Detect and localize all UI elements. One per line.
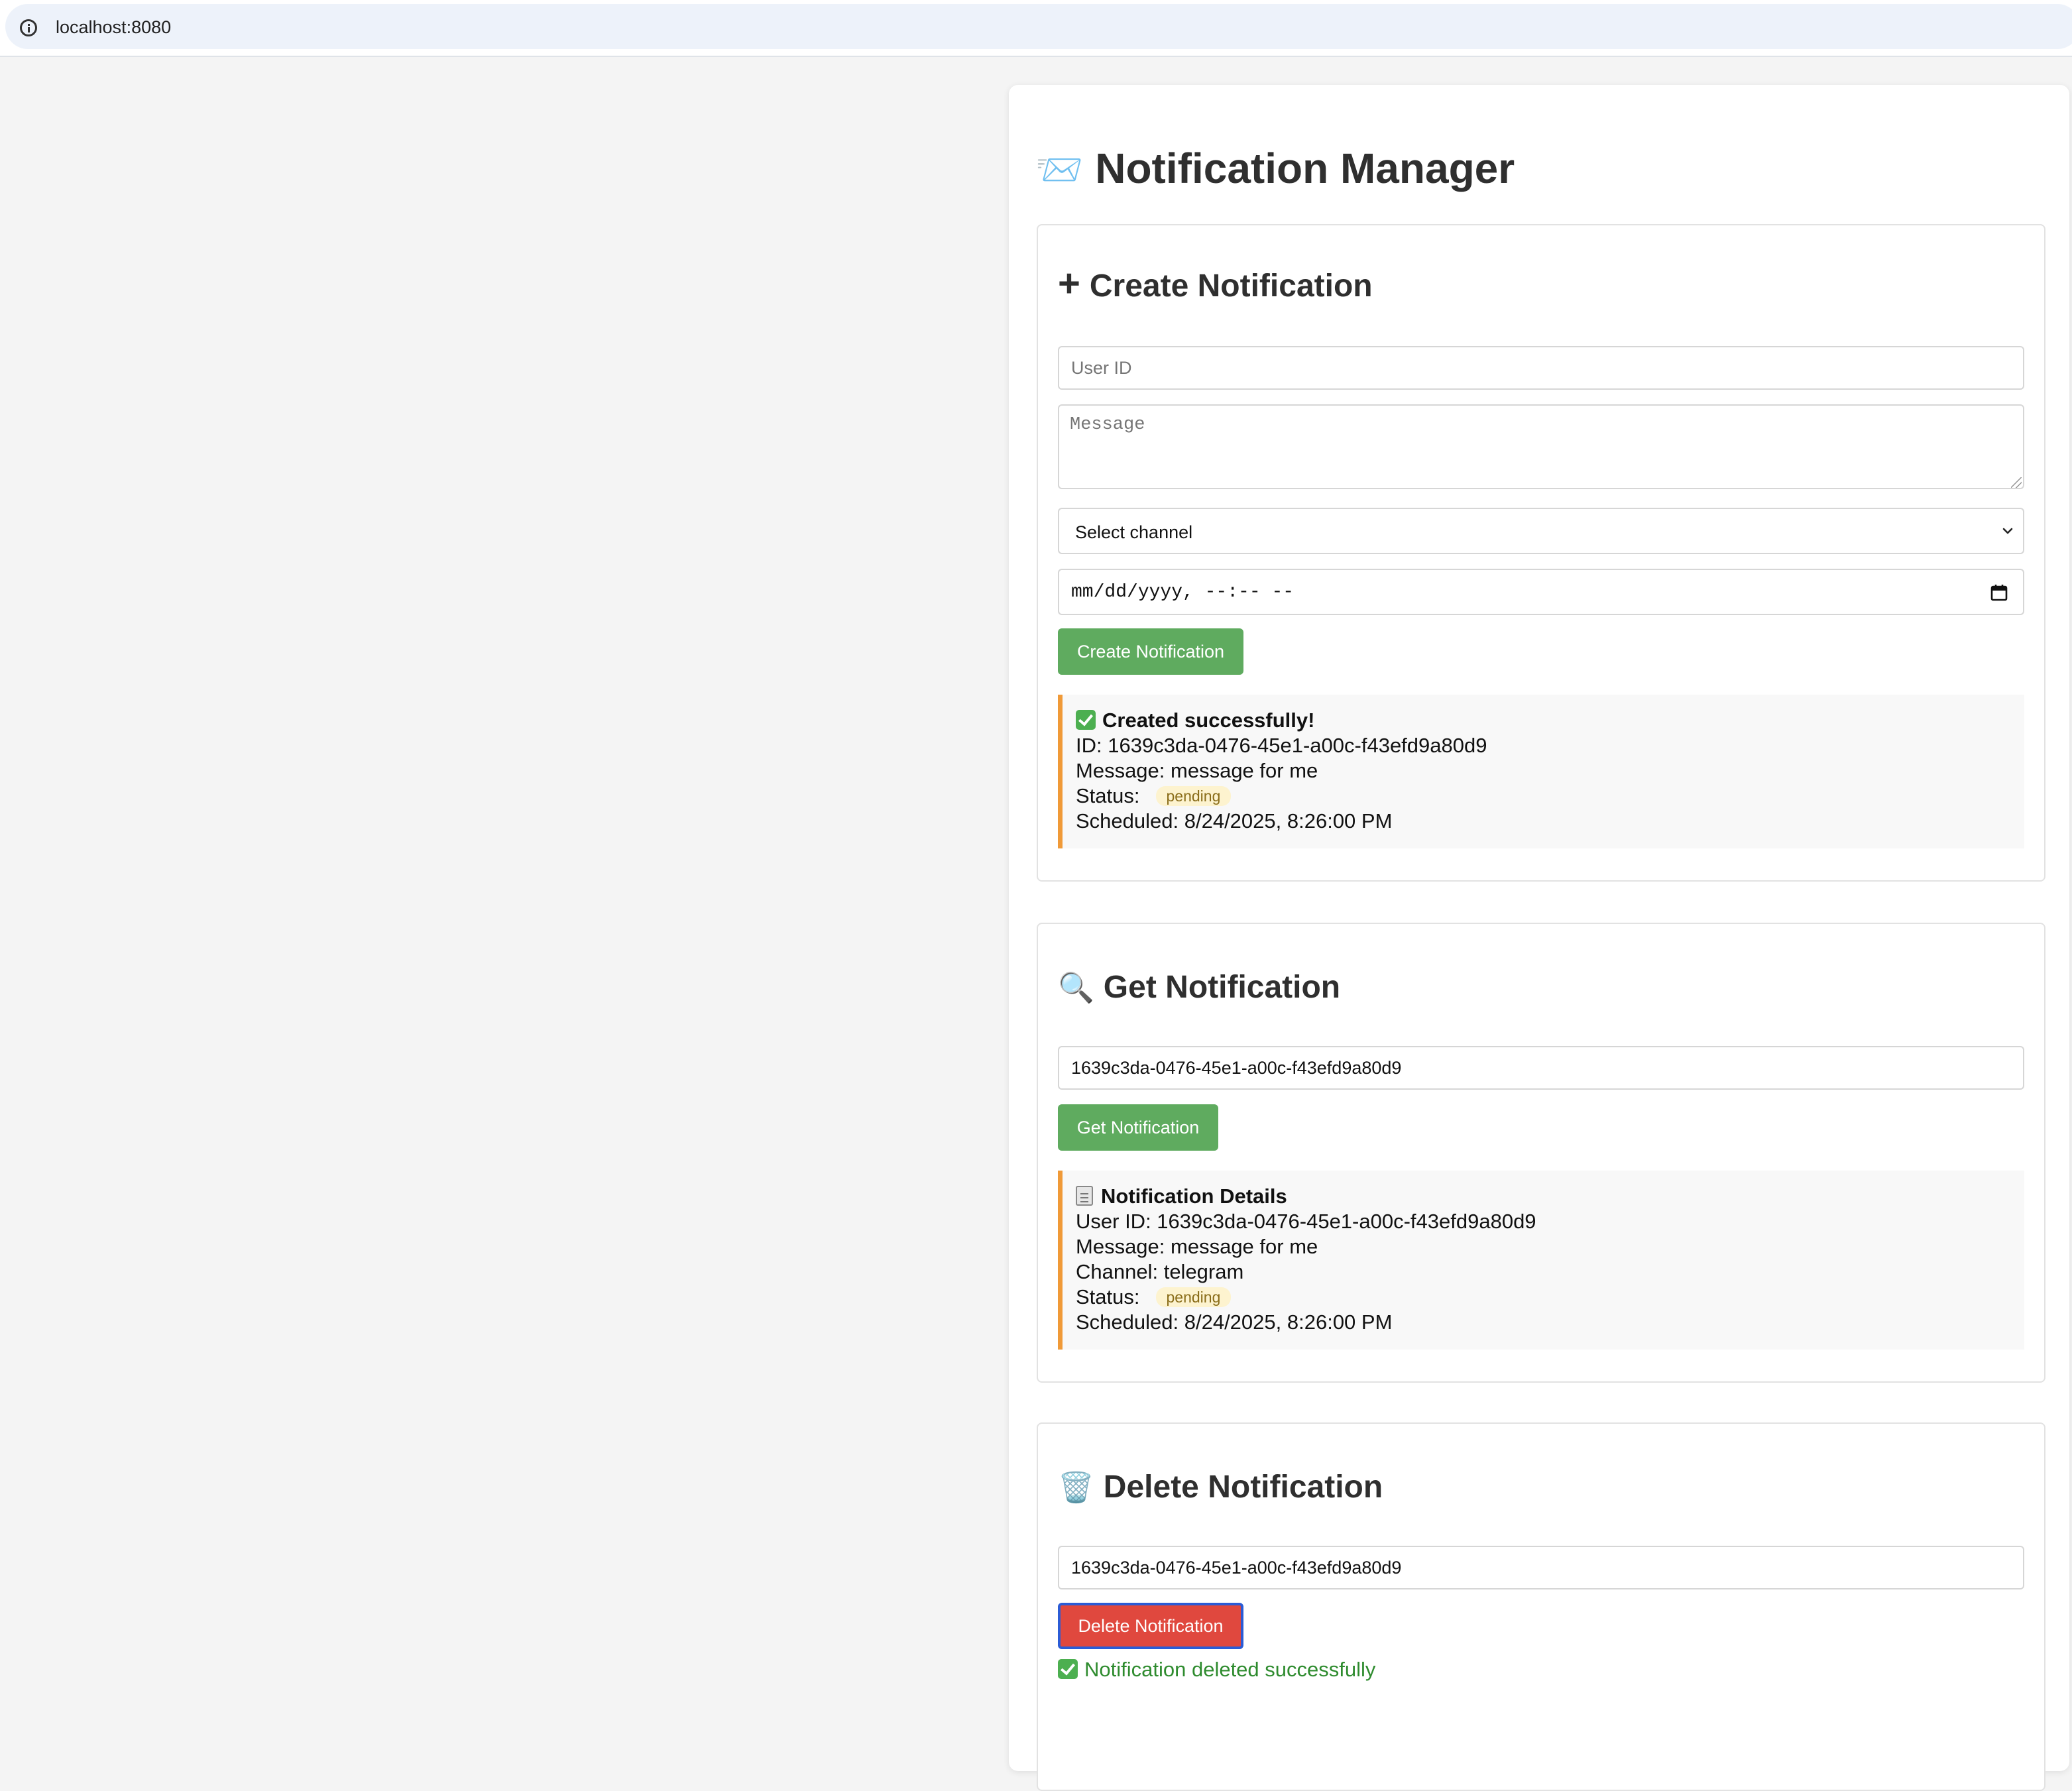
url-text: localhost:8080	[56, 17, 172, 37]
delete-section-title-text: Delete Notification	[1103, 1470, 1383, 1505]
chevron-down-icon	[2002, 528, 2013, 534]
create-notification-button[interactable]: Create Notification	[1058, 628, 1243, 675]
delete-section-title: 🗑️ Delete Notification	[1058, 1468, 1383, 1508]
get-notification-section: 🔍 Get Notification Get Notification Notif…	[1037, 923, 2045, 1383]
plus-icon: +	[1058, 262, 1080, 305]
create-result-scheduled: Scheduled: 8/24/2025, 8:26:00 PM	[1076, 809, 1393, 833]
create-section-title: + Create Notification	[1058, 264, 1373, 306]
status-label: Status:	[1076, 1285, 1140, 1308]
get-result-panel: Notification Details User ID: 1639c3da-0…	[1058, 1171, 2024, 1350]
notification-manager-card: 📨 Notification Manager + Create Notificati…	[1009, 85, 2069, 1791]
get-result-heading-text: Notification Details	[1101, 1184, 1287, 1208]
delete-notification-id-input[interactable]	[1058, 1546, 2024, 1589]
create-result-heading-text: Created successfully!	[1102, 709, 1315, 732]
page-title-text: Notification Manager	[1095, 144, 1515, 192]
user-id-input[interactable]	[1058, 346, 2024, 390]
delete-success-message: Notification deleted successfully	[1058, 1657, 1375, 1682]
get-result-message: Message: message for me	[1076, 1235, 1318, 1258]
browser-address-bar: localhost:8080	[0, 0, 2072, 57]
delete-success-text: Notification deleted successfully	[1084, 1658, 1376, 1681]
calendar-icon[interactable]	[1990, 583, 2008, 602]
get-result-user-id: User ID: 1639c3da-0476-45e1-a00c-f43efd9…	[1076, 1210, 1536, 1233]
get-result-status: Status: pending	[1076, 1285, 2024, 1310]
create-result-status: Status: pending	[1076, 783, 2024, 809]
get-section-title: 🔍 Get Notification	[1058, 968, 1340, 1008]
delete-notification-button[interactable]: Delete Notification	[1058, 1603, 1243, 1649]
get-result-heading: Notification Details	[1076, 1184, 2024, 1209]
clipboard-icon	[1076, 1186, 1093, 1206]
get-result-scheduled: Scheduled: 8/24/2025, 8:26:00 PM	[1076, 1310, 1393, 1334]
delete-notification-section: 🗑️ Delete Notification Delete Notificatio…	[1037, 1422, 2045, 1791]
status-label: Status:	[1076, 784, 1140, 807]
schedule-datetime-input[interactable]: mm/dd/yyyy, --:-- --	[1058, 569, 2024, 615]
create-result-message: Message: message for me	[1076, 759, 1318, 782]
envelope-icon: 📨	[1035, 148, 1084, 192]
site-info-icon[interactable]	[20, 19, 37, 36]
create-notification-section: +Create Notification Select channel mm/d…	[1037, 224, 2045, 882]
status-badge: pending	[1155, 786, 1232, 806]
page-title: 📨 Notification Manager	[1035, 142, 1515, 197]
channel-select-value: Select channel	[1075, 522, 1193, 542]
channel-select[interactable]: Select channel	[1058, 508, 2024, 554]
get-section-title-text: Get Notification	[1103, 970, 1341, 1005]
status-badge: pending	[1155, 1287, 1232, 1307]
check-mark-icon	[1076, 710, 1096, 730]
get-notification-button[interactable]: Get Notification	[1058, 1104, 1218, 1151]
message-textarea[interactable]	[1058, 404, 2024, 489]
datetime-value: mm/dd/yyyy, --:-- --	[1071, 582, 1295, 603]
create-result-id: ID: 1639c3da-0476-45e1-a00c-f43efd9a80d9	[1076, 734, 1487, 757]
get-result-channel: Channel: telegram	[1076, 1260, 1244, 1283]
url-field[interactable]: localhost:8080	[5, 4, 2072, 49]
magnifier-icon: 🔍	[1058, 972, 1094, 1004]
create-section-title-text: Create Notification	[1089, 268, 1373, 304]
get-notification-id-input[interactable]	[1058, 1046, 2024, 1090]
wastebasket-icon: 🗑️	[1058, 1472, 1094, 1504]
create-result-panel: Created successfully! ID: 1639c3da-0476-…	[1058, 695, 2024, 848]
create-result-heading: Created successfully!	[1076, 708, 2024, 733]
textarea-resize-handle[interactable]	[2011, 477, 2022, 488]
check-mark-icon	[1058, 1659, 1078, 1679]
